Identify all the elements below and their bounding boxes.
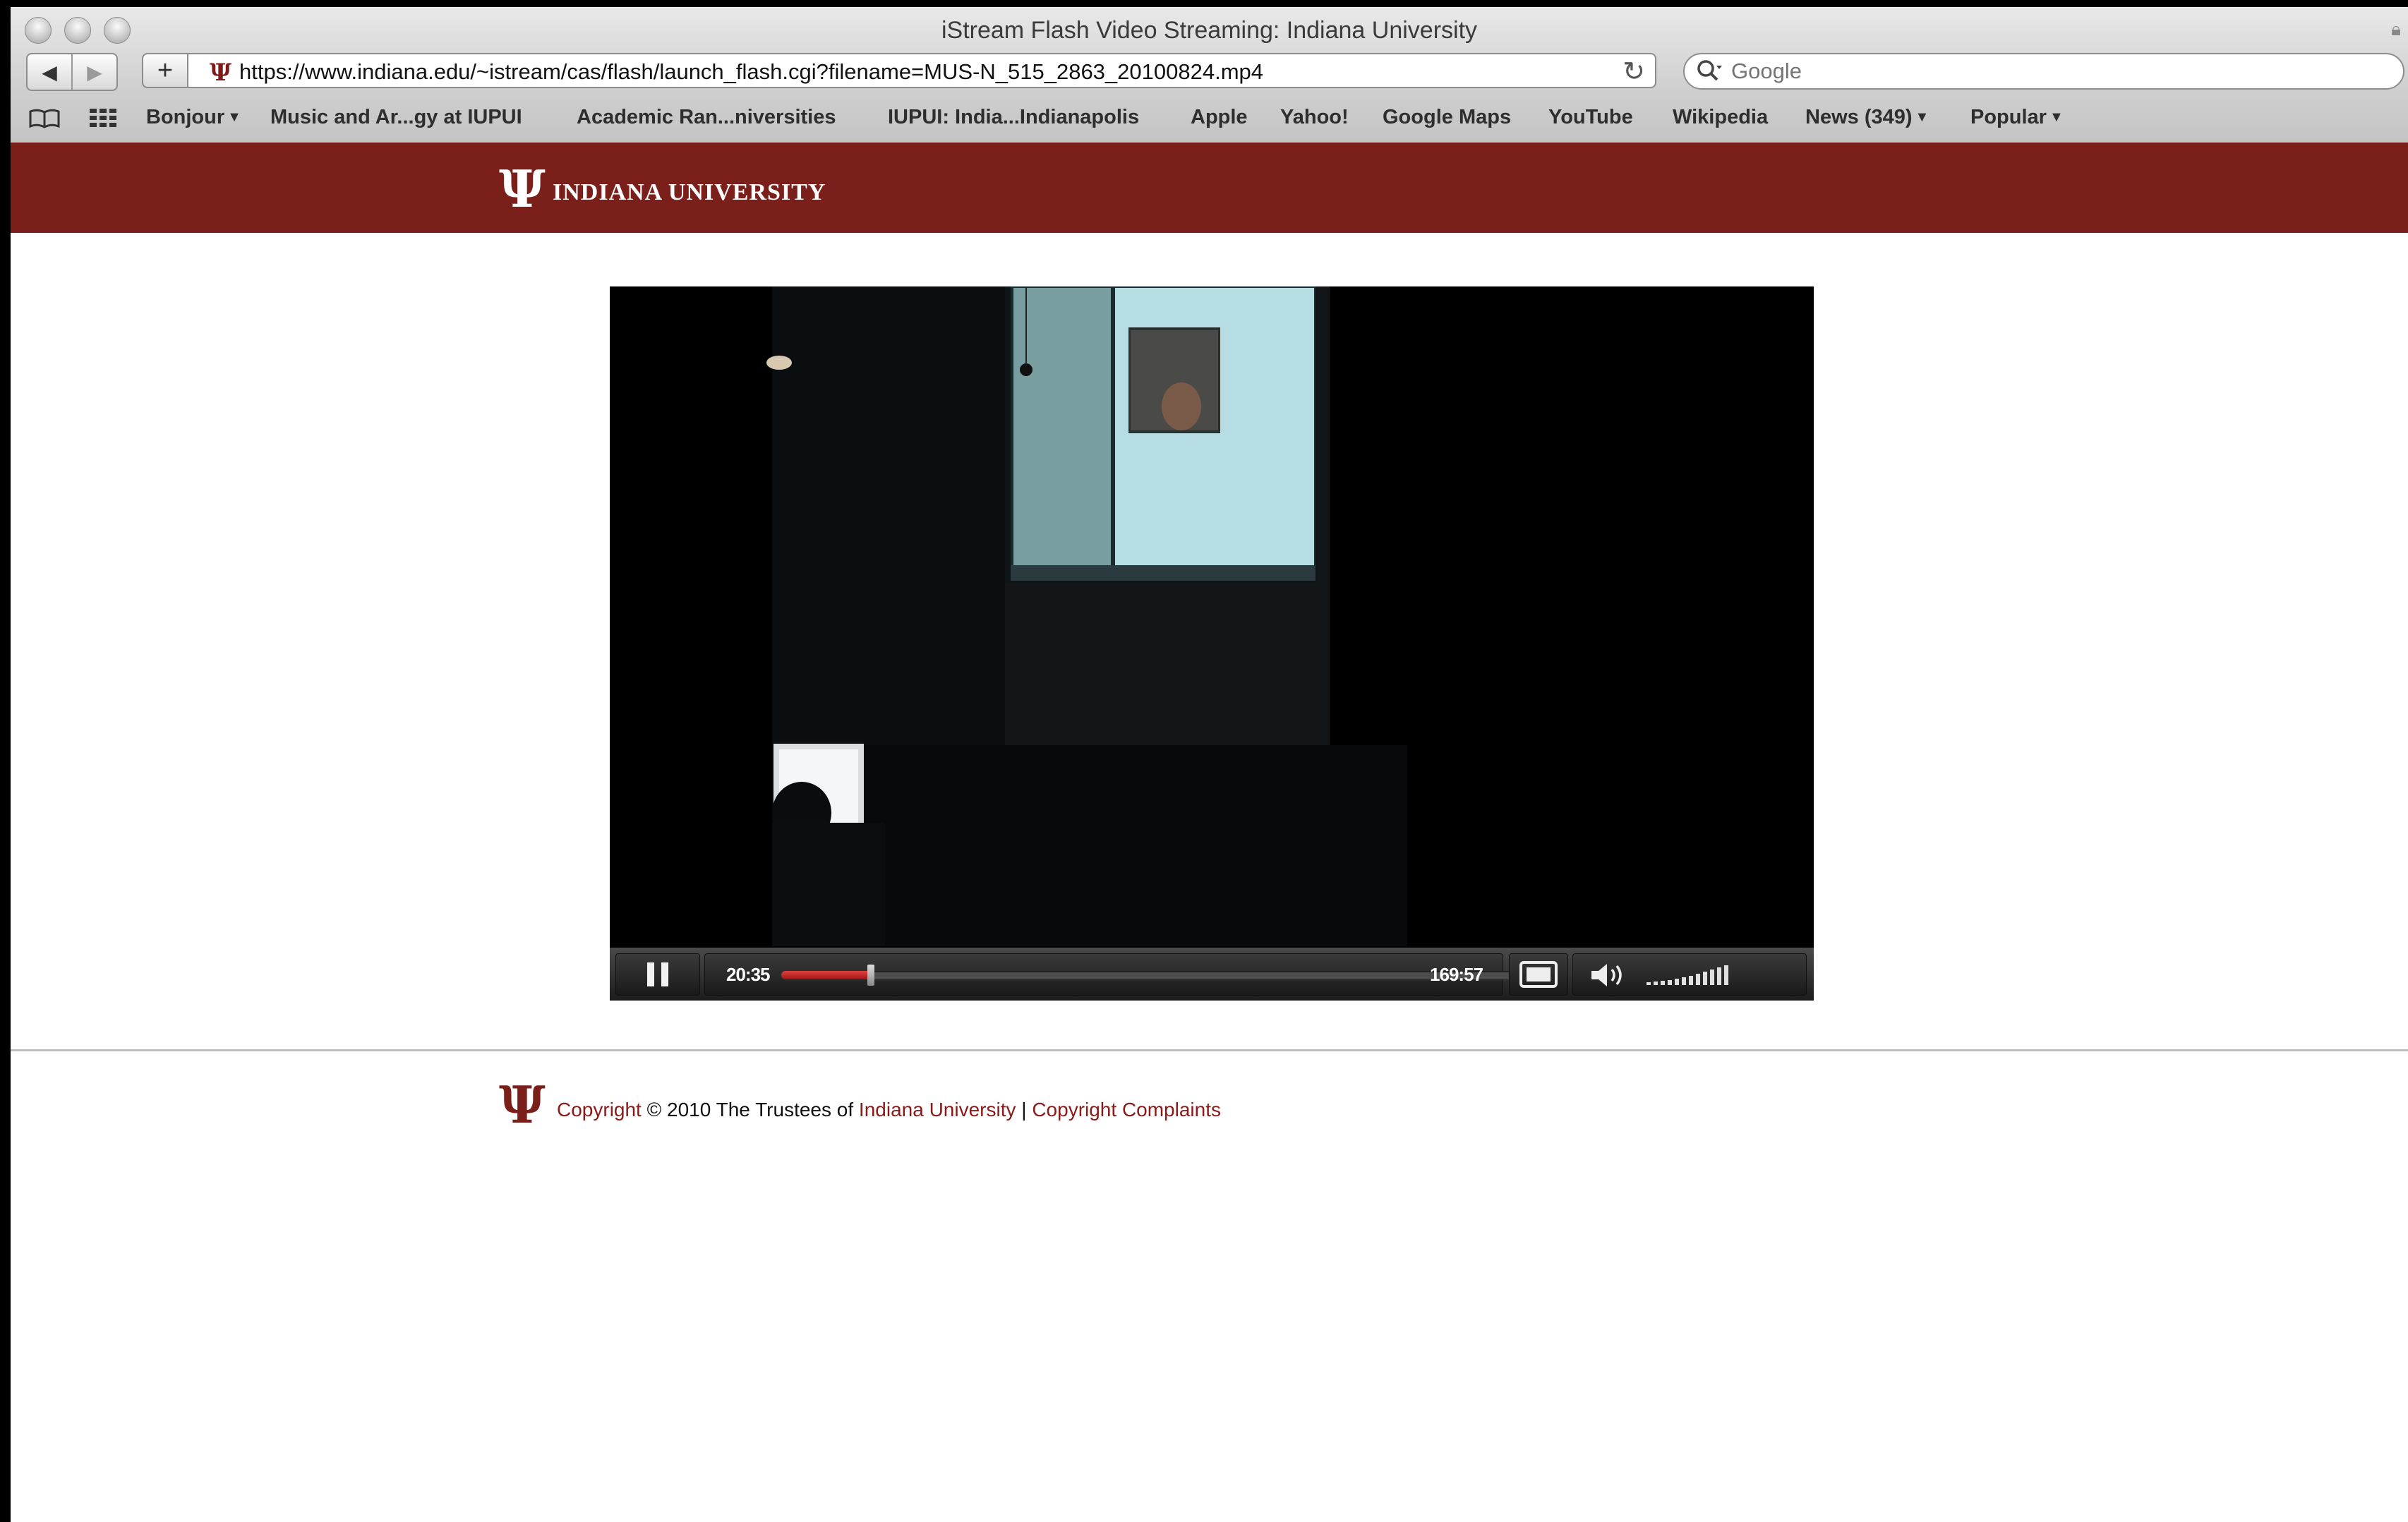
pause-button[interactable] <box>615 953 700 996</box>
bookmark-yahoo[interactable]: Yahoo! <box>1280 106 1349 129</box>
bookmark-youtube[interactable]: YouTube <box>1548 106 1633 129</box>
iu-header-banner: Ψ INDIANA UNIVERSITY <box>11 143 2408 233</box>
bookmarks-bar: Bonjour ▼ Music and Ar...gy at IUPUI Acad… <box>11 100 2408 135</box>
browser-window: iStream Flash Video Streaming: Indiana U… <box>11 7 2408 1522</box>
bookmark-google-maps[interactable]: Google Maps <box>1383 106 1511 129</box>
plus-icon: + <box>157 55 174 85</box>
chevron-down-icon: ▼ <box>1915 109 1930 125</box>
url-text[interactable]: https://www.indiana.edu/~istream/cas/fla… <box>239 59 1263 85</box>
bookmark-bonjour[interactable]: Bonjour ▼ <box>146 106 241 129</box>
timeline: 20:35 169:57 <box>704 953 1521 996</box>
bookmark-iupui[interactable]: IUPUI: India...Indianapolis <box>888 106 1139 129</box>
volume-control <box>1572 953 1807 996</box>
time-elapsed: 20:35 <box>726 964 770 985</box>
bookmark-apple[interactable]: Apple <box>1191 106 1248 129</box>
copyright-complaints-link[interactable]: Copyright Complaints <box>1032 1099 1221 1121</box>
top-sites-grid-icon[interactable] <box>90 109 118 128</box>
lock-icon: 🔒︎ <box>2391 18 2401 40</box>
copyright-text: © 2010 The Trustees of <box>641 1099 859 1121</box>
back-arrow-icon: ◀ <box>42 61 57 83</box>
indiana-university-link[interactable]: Indiana University <box>859 1099 1016 1121</box>
chevron-down-icon: ▼ <box>2049 109 2064 125</box>
player-controls: 20:35 169:57 <box>610 948 1814 1001</box>
fullscreen-button[interactable] <box>1509 953 1568 996</box>
scrub-handle[interactable] <box>867 965 874 986</box>
bookmark-wikipedia[interactable]: Wikipedia <box>1673 106 1768 129</box>
flash-video-player[interactable]: 20:35 169:57 <box>610 286 1814 1001</box>
pause-icon-bar <box>661 962 668 986</box>
volume-level-slider[interactable] <box>1644 962 1759 986</box>
reading-list-book-icon[interactable] <box>28 109 61 128</box>
footer-copyright: Copyright © 2010 The Trustees of Indiana… <box>557 1099 1221 1121</box>
video-frame[interactable] <box>610 286 1814 946</box>
time-total: 169:57 <box>1430 964 1483 985</box>
progress-track[interactable] <box>781 965 1521 986</box>
speaker-icon[interactable] <box>1589 961 1628 989</box>
bookmark-academic-rankings[interactable]: Academic Ran...niversities <box>577 106 836 129</box>
pause-icon <box>647 962 654 986</box>
forward-arrow-icon: ▶ <box>87 61 102 83</box>
copyright-link[interactable]: Copyright <box>557 1099 642 1121</box>
bookmark-news[interactable]: News (349) ▼ <box>1805 106 1929 129</box>
search-icon <box>1697 60 1722 81</box>
reload-icon[interactable]: ↻ <box>1623 56 1645 87</box>
bookmark-popular[interactable]: Popular ▼ <box>1970 106 2064 129</box>
footer-divider <box>11 1049 2408 1051</box>
fullscreen-icon <box>1519 961 1558 988</box>
back-button[interactable]: ◀ <box>28 54 71 90</box>
iu-trident-footer-icon[interactable]: Ψ <box>499 1080 546 1130</box>
window-title: iStream Flash Video Streaming: Indiana U… <box>941 17 1478 44</box>
chevron-down-icon: ▼ <box>227 109 241 125</box>
browser-chrome: iStream Flash Video Streaming: Indiana U… <box>11 7 2408 144</box>
footer-separator: | <box>1016 1099 1033 1121</box>
iu-favicon-icon: Ψ <box>210 59 232 87</box>
history-nav: ◀ ▶ <box>26 53 118 91</box>
university-name[interactable]: INDIANA UNIVERSITY <box>553 179 826 206</box>
search-field[interactable] <box>1683 53 2404 90</box>
search-input[interactable] <box>1730 58 2368 85</box>
forward-button[interactable]: ▶ <box>71 54 116 90</box>
address-bar[interactable]: Ψ https://www.indiana.edu/~istream/cas/f… <box>188 53 1656 88</box>
add-bookmark-button[interactable]: + <box>142 53 188 88</box>
iu-trident-logo-icon[interactable]: Ψ <box>499 164 546 215</box>
progress-fill <box>781 971 871 979</box>
bookmark-music-and-technology[interactable]: Music and Ar...gy at IUPUI <box>270 106 522 129</box>
